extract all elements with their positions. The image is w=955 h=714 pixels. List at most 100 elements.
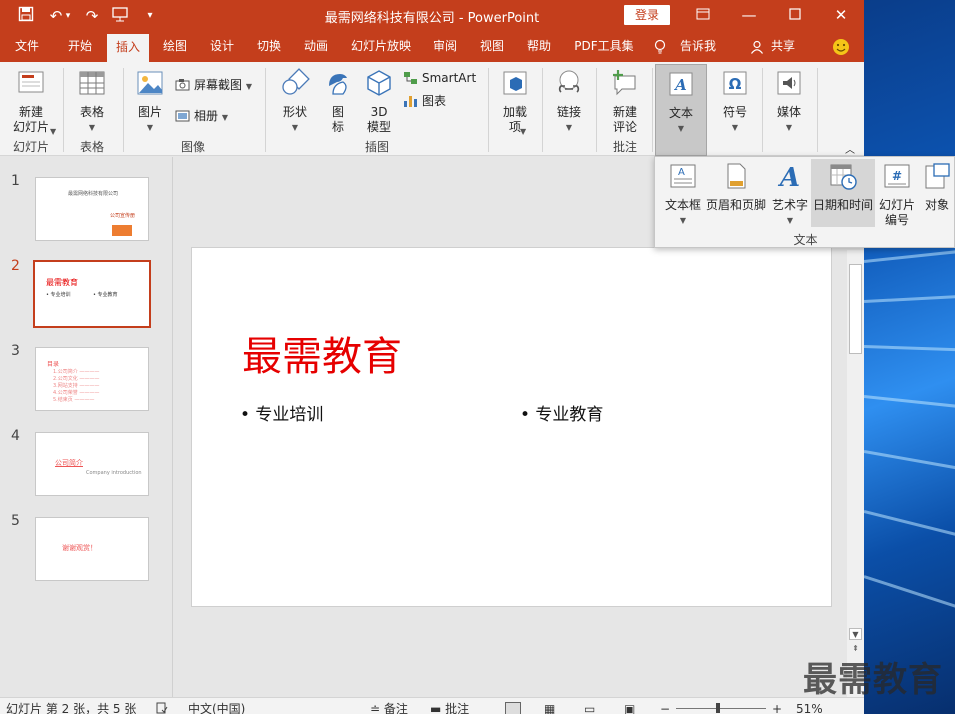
group-separator	[63, 68, 64, 152]
symbols-button[interactable]: Ω 符号 ▼	[714, 68, 756, 135]
screenshot-button[interactable]: 屏幕截图 ▼	[175, 76, 252, 94]
chevron-down-icon: ▼	[677, 124, 685, 133]
link-button[interactable]: 链接 ▼	[549, 68, 589, 135]
normal-view-icon[interactable]	[505, 702, 521, 714]
tab-review[interactable]: 审阅	[424, 32, 466, 62]
media-button[interactable]: 媒体 ▼	[768, 68, 810, 135]
status-bar: 幻灯片 第 2 张，共 5 张 中文(中国) ≐ 备注 ▬ 批注 ▦ ▭ ▣ −…	[0, 697, 864, 714]
smartart-button[interactable]: SmartArt	[403, 69, 476, 87]
new-slide-button[interactable]: 新建 幻灯片 ▼	[6, 68, 56, 136]
slide-number-button[interactable]: # 幻灯片 编号	[877, 161, 917, 228]
close-button[interactable]: ✕	[818, 0, 864, 32]
slide-title[interactable]: 最需教育	[242, 324, 402, 382]
zoom-in-icon[interactable]: +	[772, 702, 782, 714]
desktop-background	[864, 0, 955, 714]
object-button[interactable]: 对象	[919, 161, 955, 213]
language-status[interactable]: 中文(中国)	[188, 702, 245, 714]
scrollbar-thumb[interactable]	[849, 264, 862, 354]
chevron-down-icon: ▼	[731, 123, 739, 132]
group-label-comments: 批注	[612, 140, 637, 154]
share-button[interactable]: 共享	[766, 32, 800, 62]
chevron-down-icon: ▼	[146, 123, 154, 132]
comments-button[interactable]: ▬ 批注	[430, 702, 469, 714]
tab-draw[interactable]: 绘图	[154, 32, 196, 62]
zoom-out-icon[interactable]: −	[660, 702, 670, 714]
thumb-orange-block	[112, 225, 132, 236]
slide-sorter-icon[interactable]: ▦	[544, 702, 555, 714]
tab-transitions[interactable]: 切换	[248, 32, 290, 62]
zoom-level[interactable]: 51%	[796, 702, 823, 714]
svg-text:A: A	[777, 163, 800, 191]
group-separator	[542, 68, 543, 152]
tab-design[interactable]: 设计	[201, 32, 243, 62]
thumb-number: 4	[11, 428, 20, 444]
icons-button[interactable]: 图 标	[320, 68, 356, 135]
tab-view[interactable]: 视图	[471, 32, 513, 62]
tab-home[interactable]: 开始	[58, 32, 102, 62]
textbox-button[interactable]: A 文本框 ▼	[661, 161, 705, 228]
slideshow-view-icon[interactable]: ▣	[624, 702, 635, 714]
pictures-button[interactable]: 图片 ▼	[130, 68, 170, 135]
tell-me-search[interactable]: 告诉我	[672, 32, 724, 62]
slide-thumbnail-1[interactable]: 最需网络科技有限公司 公司宣传册	[35, 177, 149, 241]
zoom-slider-handle[interactable]	[716, 703, 720, 713]
spellcheck-icon[interactable]	[156, 702, 168, 714]
scroll-down-icon[interactable]: ▼	[849, 628, 862, 640]
tab-help[interactable]: 帮助	[518, 32, 560, 62]
bar-chart-icon	[404, 96, 417, 107]
feedback-smiley-icon[interactable]	[830, 32, 852, 62]
bullet-left[interactable]: • 专业培训	[240, 400, 323, 425]
thumb-number: 5	[11, 513, 20, 529]
title-bar: ↶ ▾ ↷ ▾ 最需网络科技有限公司 - PowerPoint 登录 — ✕	[0, 0, 864, 32]
current-slide[interactable]: 最需教育 • 专业培训 • 专业教育	[191, 247, 832, 607]
tab-insert[interactable]: 插入	[107, 34, 149, 62]
group-label-images: 图像	[180, 140, 205, 154]
login-button[interactable]: 登录	[624, 5, 670, 25]
smartart-icon	[404, 72, 417, 84]
wordart-button[interactable]: A 艺术字 ▼	[769, 161, 811, 228]
table-button[interactable]: 表格 ▼	[68, 68, 116, 135]
tab-file[interactable]: 文件	[6, 32, 48, 62]
slide-thumbnail-3[interactable]: 目录 1.公司简介 ———— 2.公司文化 ———— 3.网站支持 ———— 4…	[35, 347, 149, 411]
group-label-illustrations: 插图	[364, 140, 389, 154]
group-separator	[596, 68, 597, 152]
chevron-down-icon: ▼	[520, 127, 527, 136]
group-separator	[488, 68, 489, 152]
bullet-right[interactable]: • 专业教育	[520, 400, 603, 425]
tab-slideshow[interactable]: 幻灯片放映	[344, 32, 418, 62]
date-time-button[interactable]: 日期和时间	[811, 159, 875, 227]
group-separator	[817, 68, 818, 152]
chevron-down-icon: ▼	[786, 216, 794, 225]
svg-text:Ω: Ω	[729, 75, 742, 93]
chevron-down-icon: ▼	[785, 123, 793, 132]
chart-button[interactable]: 图表	[403, 92, 446, 110]
reading-view-icon[interactable]: ▭	[584, 702, 595, 714]
tab-pdf-tools[interactable]: PDF工具集	[568, 32, 640, 62]
new-comment-button[interactable]: 新建 评论	[603, 68, 647, 135]
ribbon-display-options-icon[interactable]	[680, 0, 726, 32]
group-label-table: 表格	[79, 140, 104, 154]
menu-bar: 文件 开始 插入 绘图 设计 切换 动画 幻灯片放映 审阅 视图 帮助 PDF工…	[0, 32, 864, 62]
minimize-button[interactable]: —	[726, 0, 772, 32]
maximize-button[interactable]	[772, 0, 818, 32]
add-ins-button[interactable]: 加载 项 ▼	[495, 68, 535, 136]
header-footer-button[interactable]: 页眉和页脚	[705, 161, 767, 213]
notes-button[interactable]: ≐ 备注	[370, 702, 408, 714]
ribbon-insert: 新建 幻灯片 ▼ 幻灯片 表格 ▼ 表格 图片 ▼ 屏幕截图 ▼ 相册 ▼ 图像…	[0, 62, 864, 156]
thumb-number: 2	[11, 258, 20, 274]
chevron-down-icon: ▼	[88, 123, 96, 132]
vertical-scrollbar[interactable]: ▼ ⇞	[847, 250, 864, 697]
photo-album-button[interactable]: 相册 ▼	[175, 107, 228, 125]
slide-thumbnail-4[interactable]: 公司简介 Company introduction	[35, 432, 149, 496]
group-separator	[265, 68, 266, 152]
3d-models-button[interactable]: 3D 模型	[360, 68, 398, 135]
text-button[interactable]: A 文本 ▼	[655, 64, 707, 156]
svg-text:A: A	[678, 167, 685, 178]
slide-thumbnail-5[interactable]: 谢谢观赏！	[35, 517, 149, 581]
shapes-button[interactable]: 形状 ▼	[275, 68, 315, 135]
zoom-slider[interactable]	[676, 708, 766, 709]
slide-thumbnail-2[interactable]: 最需教育 • 专业培训 • 专业教育	[33, 260, 151, 328]
chevron-down-icon: ▼	[679, 216, 687, 225]
tab-animations[interactable]: 动画	[295, 32, 337, 62]
text-dropdown-panel: A 文本框 ▼ 页眉和页脚 A 艺术字 ▼ 日期和时间 # 幻灯片 编号 对象 …	[654, 156, 955, 248]
